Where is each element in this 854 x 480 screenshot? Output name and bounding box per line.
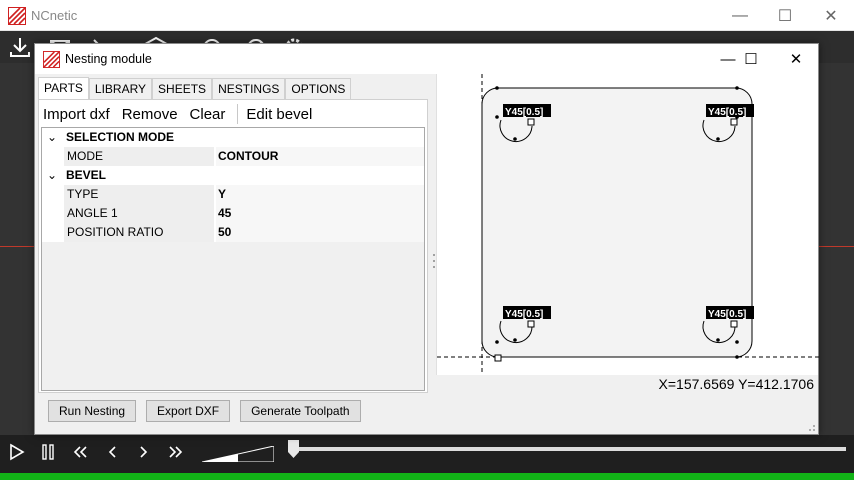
- action-separator: [237, 104, 239, 124]
- property-label: POSITION RATIO: [64, 223, 214, 242]
- clear-button[interactable]: Clear: [190, 106, 226, 123]
- step-back-icon[interactable]: [100, 442, 124, 462]
- run-nesting-button[interactable]: Run Nesting: [48, 400, 137, 422]
- property-row-mode[interactable]: MODE CONTOUR: [42, 147, 424, 166]
- group-bevel[interactable]: ⌄ BEVEL: [42, 166, 424, 185]
- group-label: BEVEL: [66, 168, 107, 182]
- tab-bar: PARTS LIBRARY SHEETS NESTINGS OPTIONS: [38, 77, 352, 99]
- property-row-type[interactable]: TYPE Y: [42, 185, 424, 204]
- app-logo-icon: [8, 7, 26, 25]
- bevel-label: Y45[0.5]: [505, 107, 543, 118]
- parts-panel: PARTS LIBRARY SHEETS NESTINGS OPTIONS Im…: [38, 77, 428, 393]
- property-value[interactable]: 50: [216, 223, 424, 242]
- axis-line-left: [0, 246, 34, 247]
- export-dxf-button[interactable]: Export DXF: [146, 400, 231, 422]
- dialog-titlebar: Nesting module — ☐ ✕: [35, 44, 818, 74]
- property-row-angle[interactable]: ANGLE 1 45: [42, 204, 424, 223]
- app-title: NCnetic: [31, 8, 78, 23]
- tab-nestings[interactable]: NESTINGS: [212, 78, 286, 99]
- fast-forward-icon[interactable]: [164, 442, 188, 462]
- property-value[interactable]: CONTOUR: [216, 147, 424, 166]
- minimize-button[interactable]: —: [717, 0, 763, 31]
- step-forward-icon[interactable]: [132, 442, 156, 462]
- dialog-logo-icon: [43, 51, 60, 68]
- pause-icon[interactable]: [36, 442, 60, 462]
- coordinate-readout: X=157.6569 Y=412.1706: [436, 375, 818, 394]
- property-label: MODE: [64, 147, 214, 166]
- tab-options[interactable]: OPTIONS: [285, 78, 352, 99]
- group-label: SELECTION MODE: [66, 130, 175, 144]
- axis-line-right: [819, 246, 854, 247]
- resize-grip-icon[interactable]: [806, 422, 816, 432]
- timeline-track[interactable]: [298, 447, 846, 451]
- close-button[interactable]: ✕: [808, 0, 854, 31]
- dialog-close-button[interactable]: ✕: [773, 44, 819, 74]
- playback-bar: [0, 435, 854, 473]
- part-preview: Y45[0.5] Y45[0.5] Y45[0.5] Y45[0.5]: [437, 74, 819, 374]
- property-label: ANGLE 1: [64, 204, 214, 223]
- property-grid[interactable]: ⌄ SELECTION MODE MODE CONTOUR ⌄ BEVEL TY…: [41, 127, 425, 391]
- remove-button[interactable]: Remove: [122, 106, 178, 123]
- group-selection-mode[interactable]: ⌄ SELECTION MODE: [42, 128, 424, 147]
- rewind-icon[interactable]: [68, 442, 92, 462]
- property-label: TYPE: [64, 185, 214, 204]
- nesting-dialog: Nesting module — ☐ ✕ PARTS LIBRARY SHEET…: [34, 43, 819, 435]
- tab-parts[interactable]: PARTS: [38, 77, 89, 99]
- chevron-down-icon[interactable]: ⌄: [47, 128, 57, 147]
- dialog-title: Nesting module: [65, 52, 152, 66]
- dialog-buttons: Run Nesting Export DXF Generate Toolpath: [48, 400, 371, 422]
- download-icon[interactable]: [8, 35, 32, 59]
- property-value[interactable]: 45: [216, 204, 424, 223]
- bevel-label: Y45[0.5]: [505, 309, 543, 320]
- maximize-button[interactable]: ☐: [762, 0, 808, 31]
- status-strip: [0, 473, 854, 480]
- speed-slider[interactable]: [202, 446, 274, 462]
- play-icon[interactable]: [4, 442, 28, 462]
- tab-content-parts: Import dxf Remove Clear Edit bevel ⌄ SEL…: [38, 99, 428, 393]
- nesting-canvas[interactable]: Y45[0.5] Y45[0.5] Y45[0.5] Y45[0.5]: [436, 74, 819, 394]
- action-bar: Import dxf Remove Clear Edit bevel: [43, 103, 324, 125]
- bevel-label: Y45[0.5]: [708, 107, 746, 118]
- main-titlebar: NCnetic — ☐ ✕: [0, 0, 854, 31]
- timeline-thumb[interactable]: [288, 440, 299, 458]
- generate-toolpath-button[interactable]: Generate Toolpath: [240, 400, 361, 422]
- bevel-label: Y45[0.5]: [708, 309, 746, 320]
- dialog-maximize-button[interactable]: ☐: [728, 44, 774, 74]
- import-dxf-button[interactable]: Import dxf: [43, 106, 110, 123]
- tab-sheets[interactable]: SHEETS: [152, 78, 213, 99]
- chevron-down-icon[interactable]: ⌄: [47, 166, 57, 185]
- property-row-position-ratio[interactable]: POSITION RATIO 50: [42, 223, 424, 242]
- tab-library[interactable]: LIBRARY: [88, 78, 153, 99]
- coordinate-text: X=157.6569 Y=412.1706: [658, 376, 814, 392]
- property-value[interactable]: Y: [216, 185, 424, 204]
- edit-bevel-button[interactable]: Edit bevel: [246, 106, 312, 123]
